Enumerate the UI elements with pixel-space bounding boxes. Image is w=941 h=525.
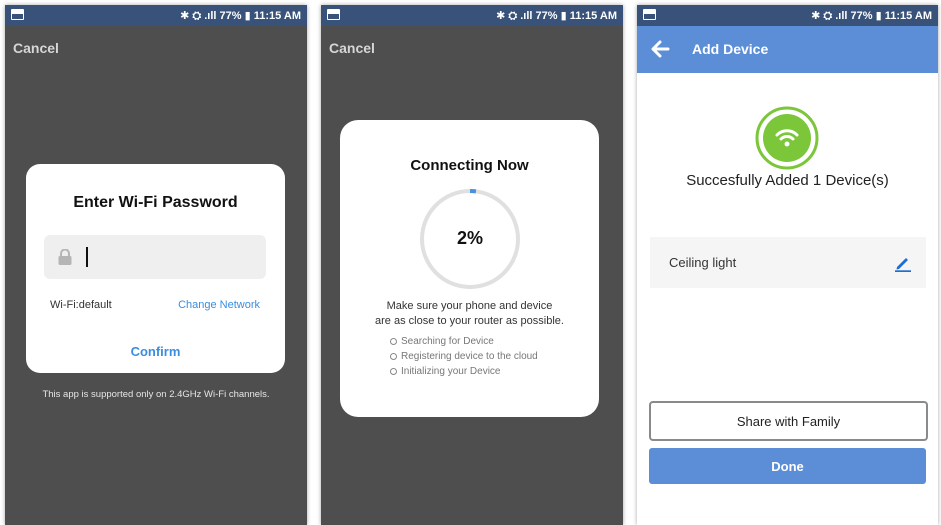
status-bar: ✱ ⛭ .ıll 77% ▮ 11:15 AM	[637, 5, 938, 26]
status-bar-text: ✱ ⛭ .ıll 77% ▮ 11:15 AM	[180, 10, 301, 22]
page-title: Add Device	[692, 41, 769, 57]
wifi-icon	[755, 106, 819, 170]
share-with-family-button[interactable]: Share with Family	[649, 401, 928, 441]
password-input[interactable]	[44, 235, 266, 279]
proximity-message: Make sure your phone and device are as c…	[340, 299, 599, 329]
done-button[interactable]: Done	[649, 448, 926, 484]
text-cursor	[86, 247, 88, 267]
progress-percent: 2%	[456, 228, 483, 248]
wifi-support-note: This app is supported only on 2.4GHz Wi-…	[42, 389, 270, 400]
back-arrow-icon[interactable]	[650, 39, 670, 59]
device-list-item[interactable]: Ceiling light	[650, 237, 926, 288]
screen-add-device: ✱ ⛭ .ıll 77% ▮ 11:15 AM Add Device Succe…	[637, 5, 938, 525]
screen-wifi-password: ✱ ⛭ .ıll 77% ▮ 11:15 AM Cancel Enter Wi-…	[5, 5, 307, 525]
status-bar: ✱ ⛭ .ıll 77% ▮ 11:15 AM	[5, 5, 307, 26]
screen-connecting: ✱ ⛭ .ıll 77% ▮ 11:15 AM Cancel Connectin…	[321, 5, 623, 525]
success-message: Succesfully Added 1 Device(s)	[686, 172, 889, 189]
cancel-button[interactable]: Cancel	[329, 40, 375, 56]
wifi-password-dialog: Enter Wi-Fi Password Wi-Fi:default Chang…	[26, 164, 285, 373]
lock-icon	[58, 249, 72, 265]
step-item: Registering device to the cloud	[390, 349, 538, 364]
step-bullet-icon	[390, 337, 397, 345]
status-bar: ✱ ⛭ .ıll 77% ▮ 11:15 AM	[321, 5, 623, 26]
device-name: Ceiling light	[669, 255, 737, 270]
status-bar-text: ✱ ⛭ .ıll 77% ▮ 11:15 AM	[496, 10, 617, 22]
wifi-network-label: Wi-Fi:default	[50, 299, 112, 311]
step-bullet-icon	[390, 352, 397, 360]
step-item: Searching for Device	[390, 334, 538, 349]
change-network-link[interactable]: Change Network	[178, 299, 260, 311]
connecting-dialog: Connecting Now 2% Make sure your phone a…	[340, 120, 599, 417]
gallery-icon	[11, 9, 24, 20]
gallery-icon	[643, 9, 656, 20]
connection-steps: Searching for Device Registering device …	[390, 334, 538, 379]
message-line-2: are as close to your router as possible.	[375, 315, 564, 327]
dialog-title: Enter Wi-Fi Password	[73, 194, 238, 211]
status-bar-text: ✱ ⛭ .ıll 77% ▮ 11:15 AM	[811, 10, 932, 22]
step-bullet-icon	[390, 367, 397, 375]
app-bar: Add Device	[637, 26, 938, 73]
cancel-button[interactable]: Cancel	[13, 40, 59, 56]
message-line-1: Make sure your phone and device	[386, 300, 553, 312]
step-item: Initializing your Device	[390, 364, 538, 379]
confirm-button[interactable]: Confirm	[26, 344, 285, 359]
gallery-icon	[327, 9, 340, 20]
edit-pencil-icon[interactable]	[894, 254, 912, 272]
dialog-title: Connecting Now	[410, 157, 529, 174]
